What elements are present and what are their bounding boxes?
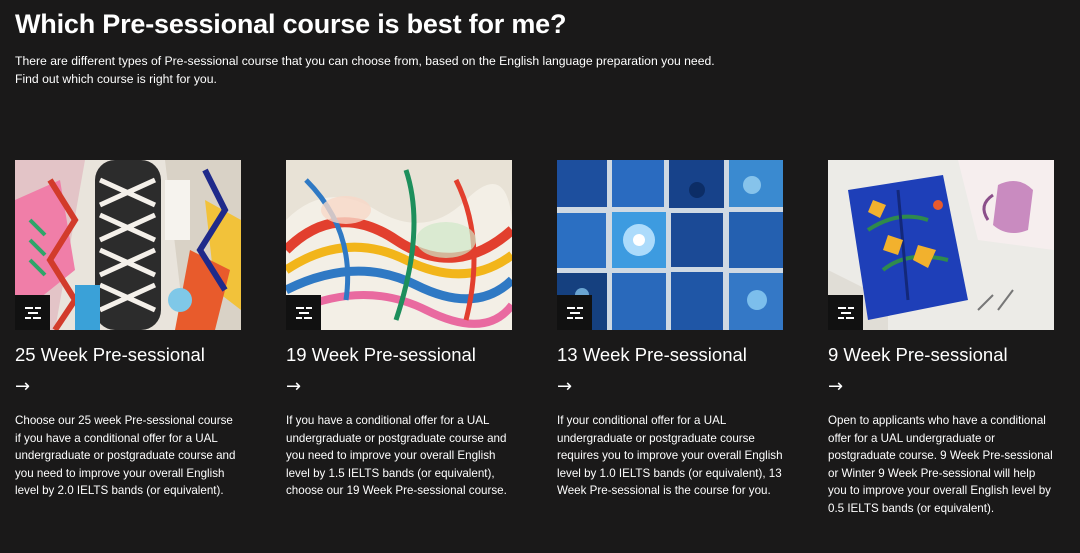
course-title[interactable]: 13 Week Pre-sessional — [557, 343, 783, 367]
course-title[interactable]: 25 Week Pre-sessional — [15, 343, 241, 367]
course-description: If you have a conditional offer for a UA… — [286, 414, 507, 498]
gallery-icon — [557, 295, 592, 330]
course-title[interactable]: 9 Week Pre-sessional — [828, 343, 1054, 367]
arrow-right-icon[interactable]: → — [828, 376, 1054, 398]
course-image-9-week[interactable] — [828, 160, 1054, 330]
course-image-13-week[interactable] — [557, 160, 783, 330]
course-card-13-week: 13 Week Pre-sessional → If your conditio… — [557, 160, 783, 500]
gallery-icon — [286, 295, 321, 330]
course-image-19-week[interactable] — [286, 160, 512, 330]
course-description: Choose our 25 week Pre-sessional course … — [15, 414, 236, 498]
course-card-25-week: 25 Week Pre-sessional → Choose our 25 we… — [15, 160, 241, 500]
arrow-right-icon[interactable]: → — [557, 376, 783, 398]
page-title: Which Pre-sessional course is best for m… — [15, 9, 567, 39]
course-description: If your conditional offer for a UAL unde… — [557, 414, 783, 498]
gallery-icon — [828, 295, 863, 330]
course-cards: 25 Week Pre-sessional → Choose our 25 we… — [15, 160, 1065, 553]
course-card-9-week: 9 Week Pre-sessional → Open to applicant… — [828, 160, 1054, 518]
course-description: Open to applicants who have a conditiona… — [828, 414, 1053, 515]
course-title[interactable]: 19 Week Pre-sessional — [286, 343, 512, 367]
arrow-right-icon[interactable]: → — [286, 376, 512, 398]
arrow-right-icon[interactable]: → — [15, 376, 241, 398]
course-card-19-week: 19 Week Pre-sessional → If you have a co… — [286, 160, 512, 500]
intro-text: There are different types of Pre-session… — [15, 54, 715, 86]
course-image-25-week[interactable] — [15, 160, 241, 330]
gallery-icon — [15, 295, 50, 330]
